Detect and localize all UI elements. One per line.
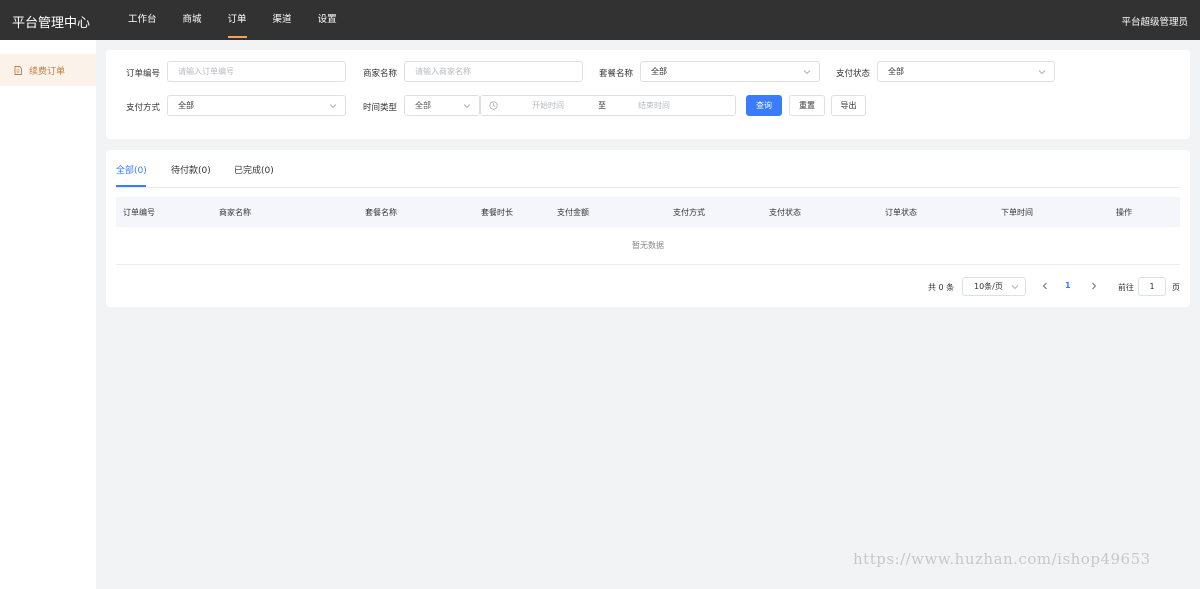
nav-item-settings[interactable]: 设置	[318, 0, 337, 40]
clock-icon	[489, 101, 498, 110]
column-header: 支付方式	[673, 208, 705, 217]
reset-button[interactable]: 重置	[789, 95, 825, 116]
chevron-down-icon	[1011, 285, 1019, 290]
pay-method-label: 支付方式	[126, 103, 161, 113]
orders-table-panel: 全部(0) 待付款(0) 已完成(0) 订单编号 商家名称 套餐名称 套餐时长 …	[106, 150, 1190, 307]
table-header: 订单编号 商家名称 套餐名称 套餐时长 支付金额 支付方式 支付状态 订单状态 …	[116, 197, 1180, 227]
column-header: 支付状态	[769, 208, 801, 217]
pay-method-select[interactable]: 全部	[167, 95, 346, 116]
column-header: 操作	[1116, 208, 1132, 217]
nav-item-mall[interactable]: 商城	[183, 0, 202, 40]
export-button[interactable]: 导出	[831, 95, 866, 116]
goto-label: 前往	[1118, 283, 1134, 292]
chevron-down-icon	[463, 104, 471, 109]
page-size-value: 10条/页	[974, 282, 1003, 291]
nav-item-channels[interactable]: 渠道	[273, 0, 292, 40]
column-header: 商家名称	[219, 208, 251, 217]
active-tab-indicator	[116, 185, 146, 187]
column-header: 套餐名称	[365, 208, 397, 217]
column-header: 订单编号	[123, 208, 155, 217]
watermark-text: https://www.huzhan.com/ishop49653	[853, 550, 1151, 568]
prev-page-button[interactable]	[1041, 281, 1049, 291]
package-select[interactable]: 全部	[640, 61, 820, 82]
filter-panel: 订单编号 请输入订单编号 商家名称 请输入商家名称 套餐名称 全部 支付状态 全…	[106, 50, 1190, 139]
chevron-down-icon	[803, 70, 811, 75]
tab-divider	[116, 187, 1180, 188]
search-button[interactable]: 查询	[746, 95, 782, 116]
column-header: 下单时间	[1001, 208, 1033, 217]
date-range-picker[interactable]: 开始时间 至 结束时间	[480, 95, 736, 116]
time-type-select[interactable]: 全部	[404, 95, 480, 116]
time-type-select-value: 全部	[415, 101, 431, 110]
empty-state: 暂无数据	[116, 227, 1180, 265]
top-bar: 平台管理中心 工作台 商城 订单 渠道 设置 平台超级管理员	[0, 0, 1200, 40]
user-menu[interactable]: 平台超级管理员	[1121, 14, 1188, 28]
pay-method-select-value: 全部	[178, 101, 194, 110]
page-size-select[interactable]: 10条/页	[962, 277, 1026, 296]
package-label: 套餐名称	[599, 69, 634, 79]
tab-completed[interactable]: 已完成(0)	[234, 163, 274, 176]
document-icon	[14, 65, 22, 75]
tab-pending-payment[interactable]: 待付款(0)	[171, 163, 211, 176]
column-header: 订单状态	[885, 208, 917, 217]
nav-item-workbench[interactable]: 工作台	[128, 0, 157, 40]
pay-status-select[interactable]: 全部	[877, 61, 1055, 82]
tab-all[interactable]: 全部(0)	[116, 163, 147, 176]
column-header: 套餐时长	[481, 208, 513, 217]
chevron-down-icon	[329, 104, 337, 109]
next-page-button[interactable]	[1090, 281, 1098, 291]
pay-status-select-value: 全部	[888, 67, 904, 76]
time-type-label: 时间类型	[363, 103, 398, 113]
page-number-current[interactable]: 1	[1065, 281, 1071, 290]
order-no-input[interactable]: 请输入订单编号	[167, 61, 346, 82]
goto-page-input[interactable]: 1	[1138, 277, 1166, 296]
sidebar: 续费订单	[0, 40, 96, 589]
brand-title: 平台管理中心	[12, 16, 91, 31]
chevron-down-icon	[1038, 70, 1046, 75]
nav-item-orders[interactable]: 订单	[227, 0, 247, 40]
pagination-total: 共 0 条	[928, 283, 955, 292]
merchant-label: 商家名称	[363, 69, 398, 79]
sidebar-item-label: 续费订单	[29, 66, 66, 77]
merchant-input[interactable]: 请输入商家名称	[404, 61, 583, 82]
sidebar-item-renewal-orders[interactable]: 续费订单	[0, 54, 96, 86]
column-header: 支付金额	[557, 208, 589, 217]
page-unit-label: 页	[1172, 283, 1180, 292]
package-select-value: 全部	[651, 67, 667, 76]
main-nav: 工作台 商城 订单 渠道 设置	[128, 0, 363, 40]
start-time-input[interactable]: 开始时间	[532, 100, 564, 111]
end-time-input[interactable]: 结束时间	[638, 100, 670, 111]
order-no-label: 订单编号	[126, 69, 161, 79]
pay-status-label: 支付状态	[836, 69, 871, 79]
range-separator: 至	[598, 101, 606, 110]
